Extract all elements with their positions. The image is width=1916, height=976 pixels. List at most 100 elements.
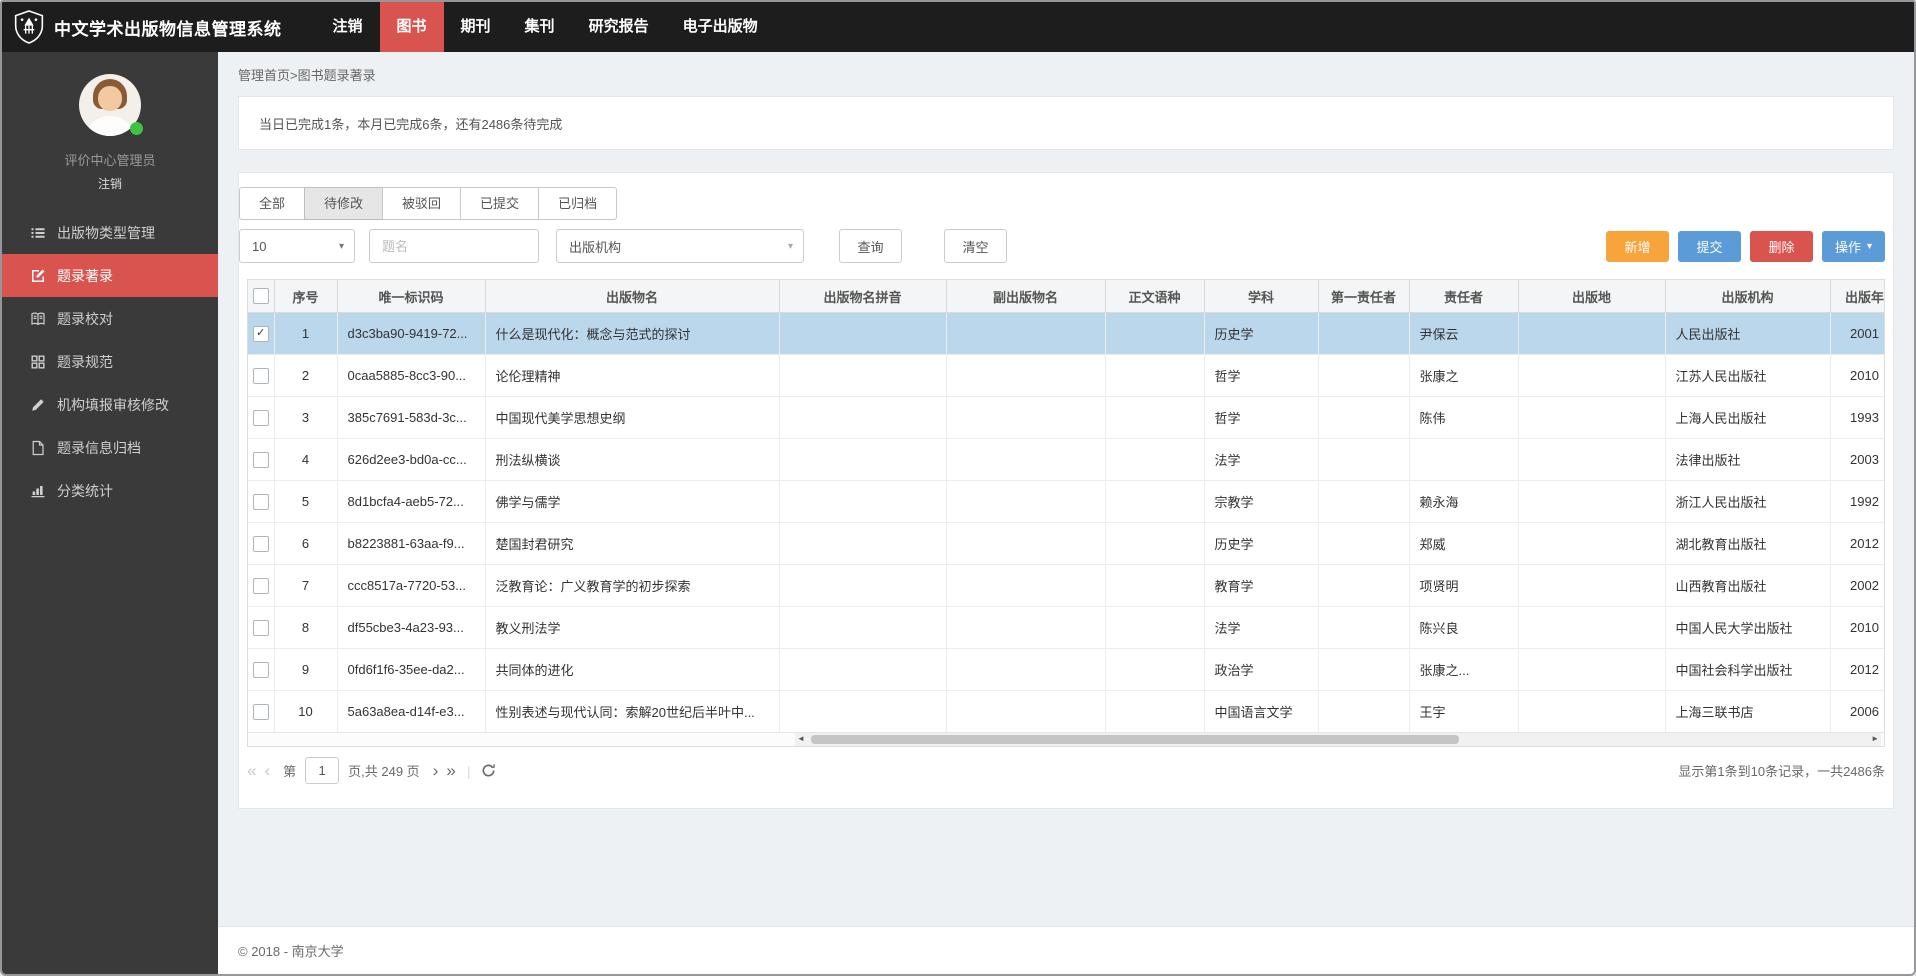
list-icon: [30, 225, 48, 241]
cell-出版物名: 性别表述与现代认同：索解20世纪后半叶中...: [485, 691, 779, 733]
table-row[interactable]: 58d1bcfa4-aeb5-72...佛学与儒学宗教学赖永海浙江人民出版社19…: [248, 481, 1885, 523]
last-page-button[interactable]: »: [446, 762, 455, 779]
clear-button[interactable]: 清空: [944, 229, 1007, 263]
logout-link[interactable]: 注销: [2, 175, 218, 192]
sidebar-item-5[interactable]: 机构填报审核修改: [2, 383, 218, 426]
row-checkbox-cell: [248, 481, 274, 523]
submit-button[interactable]: 提交: [1678, 231, 1741, 262]
cell-学科: 教育学: [1204, 565, 1318, 607]
caret-down-icon: ▾: [339, 241, 344, 252]
cell-正文语种: [1105, 523, 1204, 565]
action-button-label: 提交: [1696, 237, 1722, 256]
cell-学科: 历史学: [1204, 523, 1318, 565]
row-checkbox[interactable]: [253, 494, 269, 510]
table-row[interactable]: 8df55cbe3-4a23-93...教义刑法学法学陈兴良中国人民大学出版社2…: [248, 607, 1885, 649]
cell-出版地: [1518, 481, 1665, 523]
sidebar-item-3[interactable]: 题录校对: [2, 297, 218, 340]
sidebar-item-4[interactable]: 题录规范: [2, 340, 218, 383]
page-label-prefix: 第: [283, 761, 296, 780]
table-row[interactable]: 6b8223881-63aa-f9...楚国封君研究历史学郑威湖北教育出版社20…: [248, 523, 1885, 565]
table-row[interactable]: 4626d2ee3-bd0a-cc...刑法纵横谈法学法律出版社2003: [248, 439, 1885, 481]
select-all-checkbox[interactable]: [253, 288, 269, 304]
first-page-button[interactable]: «: [247, 762, 256, 779]
scroll-right-arrow-icon[interactable]: ►: [1871, 734, 1879, 743]
scroll-left-arrow-icon[interactable]: ◄: [797, 734, 805, 743]
navbar-item-3[interactable]: 期刊: [444, 2, 508, 52]
publisher-select[interactable]: 出版机构 ▾: [556, 229, 804, 263]
navbar-item-2[interactable]: 图书: [380, 2, 444, 52]
search-button[interactable]: 查询: [839, 229, 902, 263]
row-checkbox[interactable]: [253, 452, 269, 468]
operations-button[interactable]: 操作▾: [1822, 231, 1885, 262]
sidebar-item-1[interactable]: 出版物类型管理: [2, 211, 218, 254]
navbar-item-5[interactable]: 研究报告: [572, 2, 666, 52]
sidebar-item-2[interactable]: 题录著录: [2, 254, 218, 297]
sidebar-item-7[interactable]: 分类统计: [2, 469, 218, 512]
cell-序号: 3: [274, 397, 337, 439]
row-checkbox[interactable]: [253, 578, 269, 594]
table-row[interactable]: 105a63a8ea-d14f-e3...性别表述与现代认同：索解20世纪后半叶…: [248, 691, 1885, 733]
breadcrumb[interactable]: 管理首页>图书题录著录: [238, 65, 1894, 84]
cell-序号: 8: [274, 607, 337, 649]
grid-icon: [30, 354, 48, 370]
cell-序号: 7: [274, 565, 337, 607]
avatar-shirt: [86, 116, 134, 136]
cell-责任者: 陈兴良: [1409, 607, 1518, 649]
tab-5[interactable]: 已归档: [538, 187, 617, 220]
cell-正文语种: [1105, 607, 1204, 649]
table-row[interactable]: 20caa5885-8cc3-90...论伦理精神哲学张康之江苏人民出版社201…: [248, 355, 1885, 397]
page-size-select[interactable]: 10 ▾: [239, 229, 355, 263]
scrollbar-thumb[interactable]: [811, 735, 1459, 744]
page-number-input[interactable]: [305, 757, 339, 784]
status-message: 当日已完成1条，本月已完成6条，还有2486条待完成: [259, 114, 562, 133]
page-size-value: 10: [252, 239, 266, 254]
scrollbar-track[interactable]: ◄ ►: [795, 733, 1881, 746]
table-row[interactable]: 90fd6f1f6-35ee-da2...共同体的进化政治学张康之...中国社会…: [248, 649, 1885, 691]
row-checkbox[interactable]: [253, 662, 269, 678]
row-checkbox[interactable]: ✓: [253, 326, 269, 342]
table-row[interactable]: 7ccc8517a-7720-53...泛教育论：广义教育学的初步探索教育学项贤…: [248, 565, 1885, 607]
table-row[interactable]: 3385c7691-583d-3c...中国现代美学思想史纲哲学陈伟上海人民出版…: [248, 397, 1885, 439]
navbar-item-4[interactable]: 集刊: [508, 2, 572, 52]
row-checkbox[interactable]: [253, 410, 269, 426]
cell-出版地: [1518, 607, 1665, 649]
cell-责任者: 张康之: [1409, 355, 1518, 397]
cell-唯一标识码: 8d1bcfa4-aeb5-72...: [337, 481, 485, 523]
row-checkbox[interactable]: [253, 536, 269, 552]
add-button[interactable]: 新增: [1606, 231, 1669, 262]
table-row[interactable]: ✓1d3c3ba90-9419-72...什么是现代化：概念与范式的探讨历史学尹…: [248, 313, 1885, 355]
navbar-item-1[interactable]: 注销: [316, 2, 380, 52]
header-cell-7: 学科: [1204, 280, 1318, 313]
delete-button[interactable]: 删除: [1750, 231, 1813, 262]
navbar-item-6[interactable]: 电子出版物: [666, 2, 775, 52]
header-cell-11: 出版机构: [1665, 280, 1830, 313]
header-cell-9: 责任者: [1409, 280, 1518, 313]
prev-page-button[interactable]: ‹: [264, 762, 270, 779]
row-checkbox[interactable]: [253, 704, 269, 720]
select-all-header-cell: [248, 280, 274, 313]
cell-学科: 宗教学: [1204, 481, 1318, 523]
cell-出版年: 2012: [1830, 649, 1885, 691]
cell-出版物名: 共同体的进化: [485, 649, 779, 691]
cell-唯一标识码: 0fd6f1f6-35ee-da2...: [337, 649, 485, 691]
tab-3[interactable]: 被驳回: [382, 187, 461, 220]
refresh-button[interactable]: [481, 763, 496, 778]
row-checkbox[interactable]: [253, 368, 269, 384]
title-search-input[interactable]: [369, 229, 539, 263]
tab-4[interactable]: 已提交: [460, 187, 539, 220]
cell-出版年: 1993: [1830, 397, 1885, 439]
tab-2[interactable]: 待修改: [304, 187, 383, 220]
cell-学科: 历史学: [1204, 313, 1318, 355]
sidebar-item-6[interactable]: 题录信息归档: [2, 426, 218, 469]
refresh-icon: [481, 763, 496, 778]
sidebar-menu: 出版物类型管理题录著录题录校对题录规范机构填报审核修改题录信息归档分类统计: [2, 211, 218, 512]
row-checkbox[interactable]: [253, 620, 269, 636]
cell-出版物名: 什么是现代化：概念与范式的探讨: [485, 313, 779, 355]
cell-正文语种: [1105, 691, 1204, 733]
cell-出版物名拼音: [779, 565, 946, 607]
cell-出版年: 2001: [1830, 313, 1885, 355]
sidebar-item-label: 题录规范: [57, 352, 113, 372]
tab-1[interactable]: 全部: [239, 187, 305, 220]
next-page-button[interactable]: ›: [433, 762, 439, 779]
status-panel: 当日已完成1条，本月已完成6条，还有2486条待完成: [238, 96, 1894, 150]
